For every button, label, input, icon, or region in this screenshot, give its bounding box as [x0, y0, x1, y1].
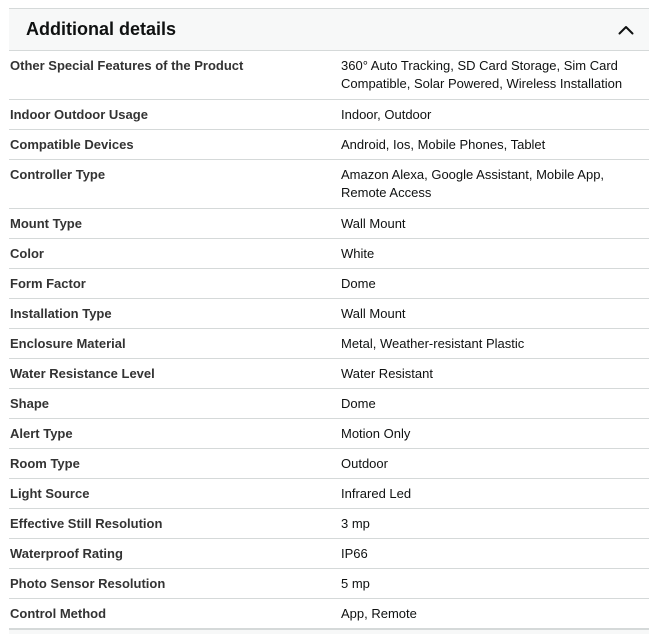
detail-key: Form Factor [9, 268, 340, 299]
section-title: Additional details [26, 19, 177, 39]
table-row: Form Factor Dome [9, 268, 649, 299]
detail-key: Mount Type [9, 208, 340, 239]
detail-key: Effective Still Resolution [9, 508, 340, 539]
table-row: Mount Type Wall Mount [9, 208, 649, 239]
detail-value: Water Resistant [340, 358, 649, 389]
detail-value: Outdoor [340, 448, 649, 479]
details-table: Other Special Features of the Product 36… [9, 51, 649, 629]
table-row: Light Source Infrared Led [9, 478, 649, 509]
detail-key: Installation Type [9, 298, 340, 329]
detail-value: White [340, 238, 649, 269]
table-row: Shape Dome [9, 388, 649, 419]
detail-key: Compatible Devices [9, 129, 340, 160]
detail-key: Shape [9, 388, 340, 419]
chevron-up-icon[interactable] [617, 21, 635, 39]
table-row: Indoor Outdoor Usage Indoor, Outdoor [9, 99, 649, 130]
table-row: Alert Type Motion Only [9, 418, 649, 449]
detail-value: App, Remote [340, 598, 649, 629]
detail-key: Light Source [9, 478, 340, 509]
detail-value: 3 mp [340, 508, 649, 539]
detail-value: Metal, Weather-resistant Plastic [340, 328, 649, 359]
table-row: Control Method App, Remote [9, 598, 649, 629]
table-row: Effective Still Resolution 3 mp [9, 508, 649, 539]
detail-value: 360° Auto Tracking, SD Card Storage, Sim… [340, 51, 649, 100]
detail-value: Amazon Alexa, Google Assistant, Mobile A… [340, 159, 649, 209]
table-row: Photo Sensor Resolution 5 mp [9, 568, 649, 599]
detail-key: Color [9, 238, 340, 269]
detail-value: Android, Ios, Mobile Phones, Tablet [340, 129, 649, 160]
table-row: Color White [9, 238, 649, 269]
table-row: Installation Type Wall Mount [9, 298, 649, 329]
detail-key: Control Method [9, 598, 340, 629]
detail-key: Indoor Outdoor Usage [9, 99, 340, 130]
detail-key: Enclosure Material [9, 328, 340, 359]
table-row: Compatible Devices Android, Ios, Mobile … [9, 129, 649, 160]
detail-key: Photo Sensor Resolution [9, 568, 340, 599]
table-row: Other Special Features of the Product 36… [9, 51, 649, 100]
detail-value: Motion Only [340, 418, 649, 449]
table-row: Water Resistance Level Water Resistant [9, 358, 649, 389]
table-row: Waterproof Rating IP66 [9, 538, 649, 569]
detail-key: Waterproof Rating [9, 538, 340, 569]
detail-key: Alert Type [9, 418, 340, 449]
detail-value: Wall Mount [340, 298, 649, 329]
detail-key: Controller Type [9, 159, 340, 209]
detail-value: Indoor, Outdoor [340, 99, 649, 130]
detail-value: Wall Mount [340, 208, 649, 239]
additional-details-panel: Additional details Other Special Feature… [9, 8, 649, 634]
table-row: Controller Type Amazon Alexa, Google Ass… [9, 159, 649, 209]
detail-value: Dome [340, 268, 649, 299]
detail-value: IP66 [340, 538, 649, 569]
table-row: Room Type Outdoor [9, 448, 649, 479]
detail-value: Dome [340, 388, 649, 419]
table-row: Enclosure Material Metal, Weather-resist… [9, 328, 649, 359]
detail-key: Other Special Features of the Product [9, 51, 340, 100]
detail-value: Infrared Led [340, 478, 649, 509]
detail-value: 5 mp [340, 568, 649, 599]
detail-key: Room Type [9, 448, 340, 479]
detail-key: Water Resistance Level [9, 358, 340, 389]
additional-details-header[interactable]: Additional details [9, 9, 649, 51]
